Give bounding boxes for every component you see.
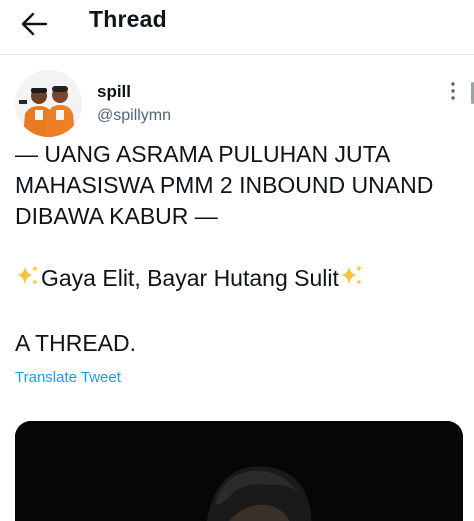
tweet-thread-page: Thread spill @spillymn — UANG ASRAMA PUL…	[0, 0, 474, 521]
tweet-text-line: — UANG ASRAMA PULUHAN JUTA	[15, 141, 391, 167]
author-handle[interactable]: @spillymn	[97, 107, 171, 125]
translate-tweet-link[interactable]: Translate Tweet	[15, 369, 121, 386]
tweet-text-line: Gaya Elit, Bayar Hutang Sulit	[15, 263, 465, 297]
more-options-button[interactable]	[446, 80, 460, 102]
tweet-media-image[interactable]	[15, 421, 463, 521]
top-bar: Thread	[0, 0, 474, 55]
page-title: Thread	[89, 6, 167, 32]
tweet-text-line: A THREAD.	[15, 330, 136, 356]
tweet-highlight-text: Gaya Elit, Bayar Hutang Sulit	[41, 265, 339, 291]
sparkles-icon	[339, 263, 365, 297]
sparkles-icon	[15, 263, 41, 297]
back-button[interactable]	[16, 6, 52, 42]
tweet-text-line: MAHASISWA PMM 2 INBOUND UNAND	[15, 172, 434, 198]
author-avatar[interactable]	[15, 70, 82, 137]
tweet-text: — UANG ASRAMA PULUHAN JUTA MAHASISWA PMM…	[15, 139, 465, 359]
avatar-image	[15, 70, 82, 137]
media-photo	[15, 421, 463, 521]
more-vertical-icon	[451, 82, 455, 100]
author-name[interactable]: spill	[97, 82, 131, 102]
arrow-left-icon	[21, 12, 48, 36]
tweet-text-line: DIBAWA KABUR —	[15, 203, 218, 229]
